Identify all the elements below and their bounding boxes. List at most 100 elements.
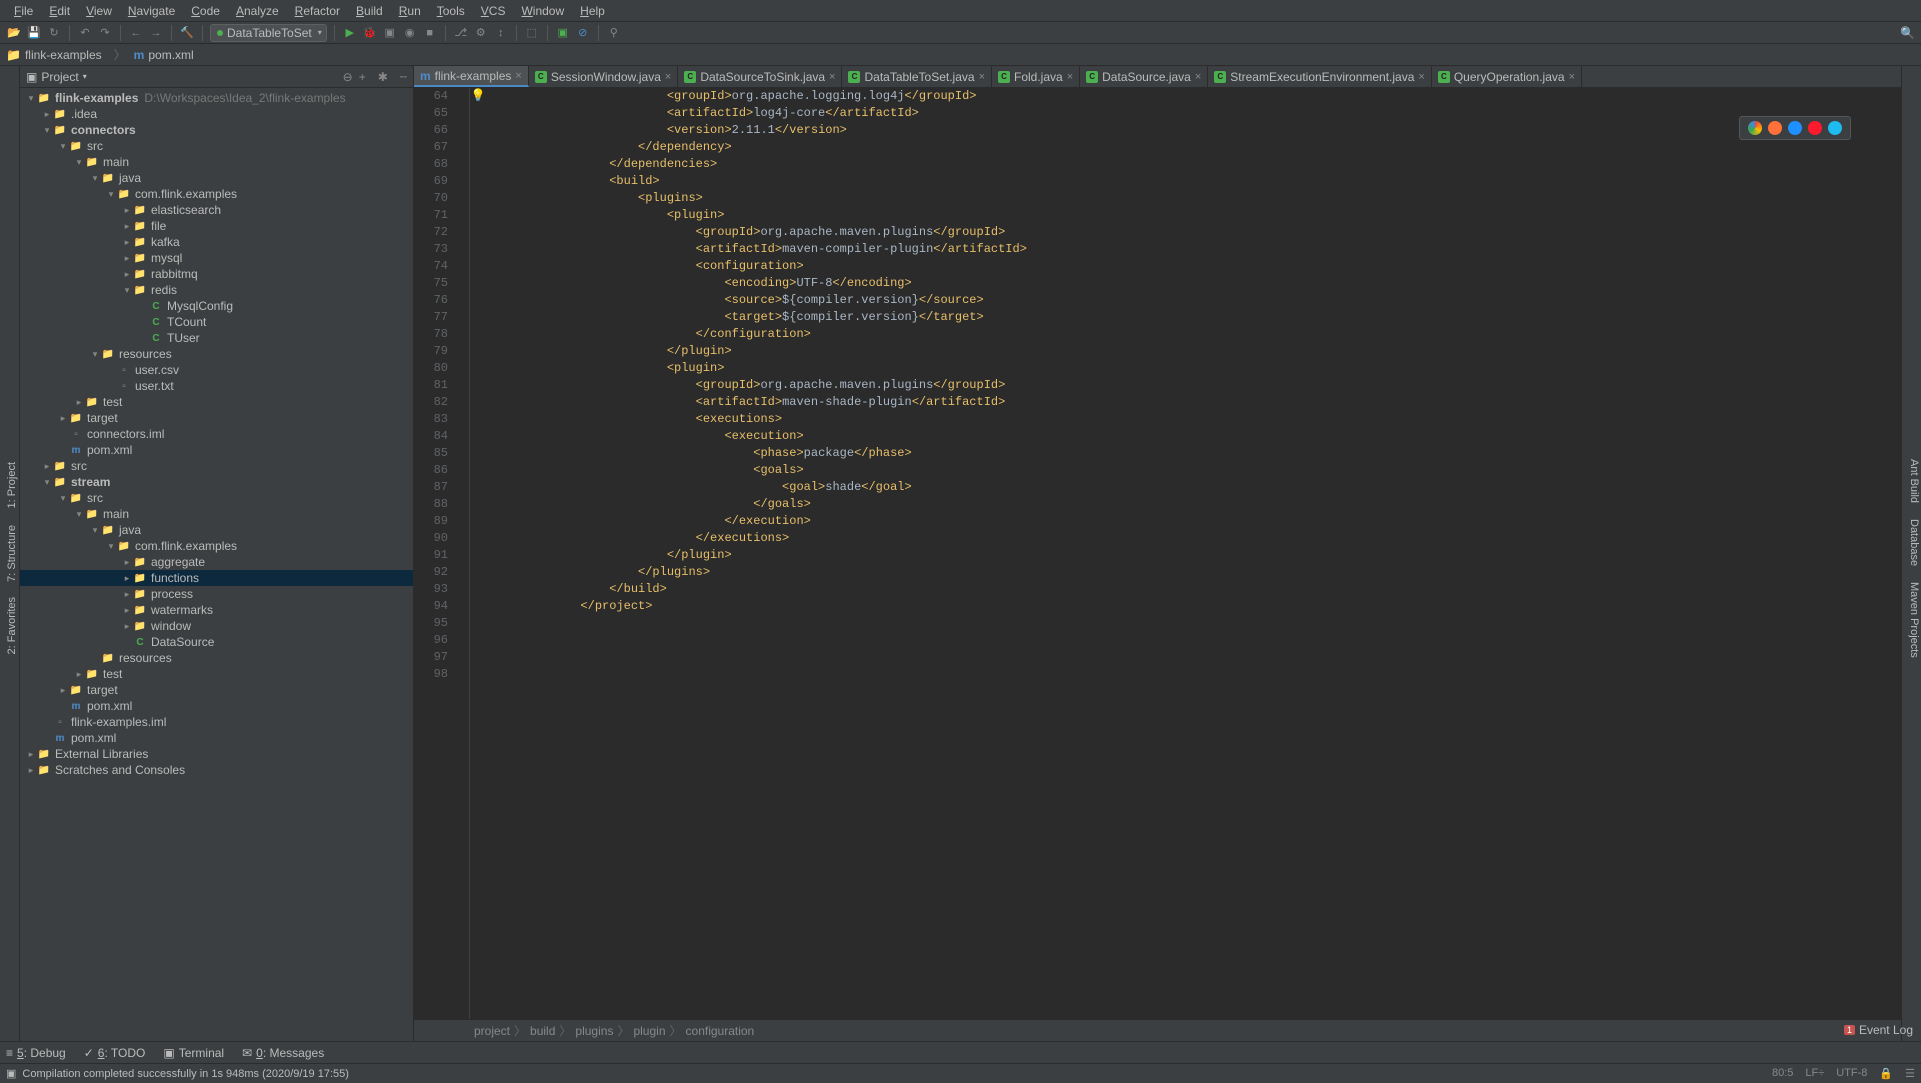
tree-item-flink-examples-iml[interactable]: ▫flink-examples.iml	[20, 714, 413, 730]
tool-tab-5-debug[interactable]: ≡5: Debug	[6, 1046, 66, 1060]
editor-tab-flink-examples[interactable]: mflink-examples×	[414, 66, 529, 87]
tree-item-pom-xml[interactable]: mpom.xml	[20, 730, 413, 746]
open-icon[interactable]: 📂	[6, 25, 22, 41]
editor-breadcrumbs[interactable]: project〉build〉plugins〉plugin〉configurati…	[414, 1019, 1901, 1041]
left-tab-2-favorites[interactable]: 2: Favorites	[6, 589, 18, 662]
close-tab-icon[interactable]: ×	[1569, 71, 1575, 83]
breadcrumb-build[interactable]: build	[530, 1024, 555, 1038]
add-icon[interactable]: +	[359, 70, 366, 84]
right-tab-maven-projects[interactable]: Maven Projects	[1908, 574, 1920, 666]
tree-item-test[interactable]: 📁test	[20, 394, 413, 410]
menu-code[interactable]: Code	[183, 4, 228, 18]
breadcrumb-plugin[interactable]: plugin	[633, 1024, 665, 1038]
tree-item-java[interactable]: 📁java	[20, 522, 413, 538]
close-tab-icon[interactable]: ×	[515, 70, 521, 82]
search-everywhere-icon[interactable]: 🔍	[1900, 26, 1915, 40]
tree-item-pom-xml[interactable]: mpom.xml	[20, 442, 413, 458]
coverage-icon[interactable]: ▣	[382, 25, 398, 41]
tree-item-com-flink-examples[interactable]: 📁com.flink.examples	[20, 538, 413, 554]
tree-item-aggregate[interactable]: 📁aggregate	[20, 554, 413, 570]
tree-item-src[interactable]: 📁src	[20, 458, 413, 474]
tree-item-stream[interactable]: 📁stream	[20, 474, 413, 490]
tree-item-redis[interactable]: 📁redis	[20, 282, 413, 298]
close-tab-icon[interactable]: ×	[979, 71, 985, 83]
undo-icon[interactable]: ↶	[77, 25, 93, 41]
menu-run[interactable]: Run	[391, 4, 429, 18]
menu-refactor[interactable]: Refactor	[287, 4, 348, 18]
breadcrumb-plugins[interactable]: plugins	[575, 1024, 613, 1038]
run-configuration-selector[interactable]: DataTableToSet	[210, 24, 327, 42]
tree-item-process[interactable]: 📁process	[20, 586, 413, 602]
settings-icon[interactable]: ✱	[378, 70, 388, 84]
event-log-button[interactable]: 1 Event Log	[1844, 1023, 1913, 1037]
caret-position[interactable]: 80:5	[1772, 1067, 1793, 1080]
menu-vcs[interactable]: VCS	[473, 4, 514, 18]
refresh-icon[interactable]: ↻	[46, 25, 62, 41]
tree-item-com-flink-examples[interactable]: 📁com.flink.examples	[20, 186, 413, 202]
tree-item-java[interactable]: 📁java	[20, 170, 413, 186]
tree-item-test[interactable]: 📁test	[20, 666, 413, 682]
back-icon[interactable]: ←	[128, 25, 144, 41]
tree-item-main[interactable]: 📁main	[20, 506, 413, 522]
tree-item-connectors-iml[interactable]: ▫connectors.iml	[20, 426, 413, 442]
redo-icon[interactable]: ↷	[97, 25, 113, 41]
tool-icon-2[interactable]: ⚙	[473, 25, 489, 41]
tree-item-window[interactable]: 📁window	[20, 618, 413, 634]
profile-icon[interactable]: ◉	[402, 25, 418, 41]
editor-tab-datasourcetosink-java[interactable]: CDataSourceToSink.java×	[678, 66, 842, 87]
tree-item-target[interactable]: 📁target	[20, 410, 413, 426]
file-encoding[interactable]: UTF-8	[1836, 1067, 1867, 1080]
tree-item-elasticsearch[interactable]: 📁elasticsearch	[20, 202, 413, 218]
editor-tab-datatabletoset-java[interactable]: CDataTableToSet.java×	[842, 66, 992, 87]
nav-item-0[interactable]: 📁flink-examples〉	[6, 46, 126, 63]
breadcrumb-configuration[interactable]: configuration	[686, 1024, 755, 1038]
tree-item-user-csv[interactable]: ▫user.csv	[20, 362, 413, 378]
collapse-icon[interactable]: ⊖	[343, 70, 353, 84]
save-icon[interactable]: 💾	[26, 25, 42, 41]
tree-item-rabbitmq[interactable]: 📁rabbitmq	[20, 266, 413, 282]
editor-tab-fold-java[interactable]: CFold.java×	[992, 66, 1080, 87]
breadcrumb-project[interactable]: project	[474, 1024, 510, 1038]
tree-item-watermarks[interactable]: 📁watermarks	[20, 602, 413, 618]
panel-dropdown-icon[interactable]: ▾	[83, 72, 87, 81]
right-tab-database[interactable]: Database	[1908, 511, 1920, 574]
tree-item-tcount[interactable]: CTCount	[20, 314, 413, 330]
tree-item-src[interactable]: 📁src	[20, 138, 413, 154]
tree-item-external-libraries[interactable]: 📁External Libraries	[20, 746, 413, 762]
inspections-icon[interactable]: ☰	[1905, 1067, 1915, 1080]
tree-item-resources[interactable]: 📁resources	[20, 650, 413, 666]
tree-item-file[interactable]: 📁file	[20, 218, 413, 234]
hide-icon[interactable]: ╌	[400, 70, 407, 84]
ie-icon[interactable]	[1828, 121, 1842, 135]
project-tree[interactable]: 📁flink-examplesD:\Workspaces\Idea_2\flin…	[20, 88, 413, 1041]
debug-icon[interactable]: 🐞	[362, 25, 378, 41]
editor-tab-datasource-java[interactable]: CDataSource.java×	[1080, 66, 1208, 87]
tree-item-scratches-and-consoles[interactable]: 📁Scratches and Consoles	[20, 762, 413, 778]
menu-tools[interactable]: Tools	[429, 4, 473, 18]
close-tab-icon[interactable]: ×	[1067, 71, 1073, 83]
readonly-lock-icon[interactable]: 🔒	[1879, 1067, 1893, 1080]
tool-tab-terminal[interactable]: ▣Terminal	[163, 1046, 224, 1060]
tree-item-user-txt[interactable]: ▫user.txt	[20, 378, 413, 394]
stop-icon[interactable]: ■	[422, 25, 438, 41]
tree-item-kafka[interactable]: 📁kafka	[20, 234, 413, 250]
menu-navigate[interactable]: Navigate	[120, 4, 183, 18]
tool-icon-4[interactable]: ⬚	[524, 25, 540, 41]
tree-item--idea[interactable]: 📁.idea	[20, 106, 413, 122]
tool-icon-5[interactable]: ▣	[555, 25, 571, 41]
left-tab-7-structure[interactable]: 7: Structure	[6, 517, 18, 590]
tree-item-datasource[interactable]: CDataSource	[20, 634, 413, 650]
code-editor[interactable]: 6465666768697071727374757677787980818283…	[414, 88, 1901, 1019]
menu-analyze[interactable]: Analyze	[228, 4, 287, 18]
tool-icon-3[interactable]: ↕	[493, 25, 509, 41]
right-tab-ant-build[interactable]: Ant Build	[1908, 451, 1920, 511]
tool-tab-0-messages[interactable]: ✉0: Messages	[242, 1046, 324, 1060]
tree-item-pom-xml[interactable]: mpom.xml	[20, 698, 413, 714]
tree-item-target[interactable]: 📁target	[20, 682, 413, 698]
line-separator[interactable]: LF÷	[1805, 1067, 1824, 1080]
close-tab-icon[interactable]: ×	[1195, 71, 1201, 83]
tree-item-mysqlconfig[interactable]: CMysqlConfig	[20, 298, 413, 314]
tree-item-connectors[interactable]: 📁connectors	[20, 122, 413, 138]
editor-tab-sessionwindow-java[interactable]: CSessionWindow.java×	[529, 66, 679, 87]
left-tab-1-project[interactable]: 1: Project	[6, 454, 18, 516]
